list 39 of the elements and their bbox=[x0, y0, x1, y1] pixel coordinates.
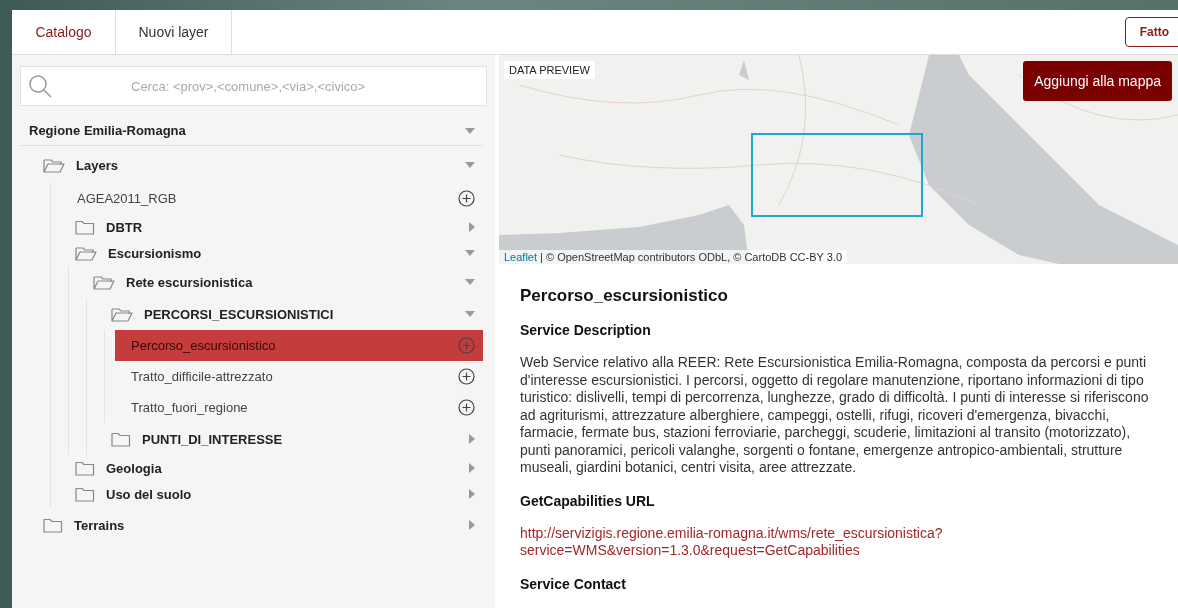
section-heading: Service Contact bbox=[520, 575, 627, 592]
tree-folder-item[interactable]: Rete escursionistica bbox=[79, 266, 483, 298]
layer-title: Percorso_escursionistico bbox=[520, 286, 729, 306]
capabilities-link[interactable]: http://servizigis.regione.emilia-romagna.it/wms/rete_escursionistica?service=WMS&version=1.3.0&request=GetCapabilities bbox=[520, 524, 1000, 560]
folder-icon bbox=[75, 460, 95, 476]
tree-folder-item[interactable]: PUNTI_DI_INTERESSE bbox=[97, 423, 483, 455]
tree-folder-item[interactable]: Layers bbox=[43, 147, 483, 183]
tree-layer-item[interactable]: Tratto_fuori_regione bbox=[115, 392, 483, 423]
attribution-link[interactable]: Leaflet bbox=[504, 251, 538, 263]
add-circle-icon bbox=[458, 368, 475, 385]
tree-folder-item[interactable]: DBTR bbox=[61, 214, 483, 240]
tree-folder-item[interactable]: Terrains bbox=[43, 507, 483, 543]
tree-layer-item[interactable]: Tratto_difficile-attrezzato bbox=[115, 361, 483, 392]
preview-label: DATA PREVIEW bbox=[504, 61, 595, 79]
done-button[interactable]: Fatto bbox=[1124, 17, 1178, 47]
section-heading: Service Description bbox=[520, 322, 652, 338]
tree-folder-item[interactable]: Escursionismo bbox=[61, 240, 483, 266]
tree-layer-item[interactable]: AGEA2011_RGB bbox=[61, 183, 483, 214]
search-field[interactable]: Cerca: <prov>,<comune>,<via>,<civico> bbox=[20, 66, 487, 106]
add-circle-icon bbox=[458, 399, 475, 416]
section-heading: GetCapabilities URL bbox=[520, 492, 656, 509]
add-to-map-button[interactable]: Aggiungi alla mappa bbox=[1023, 61, 1172, 101]
tree-folder-item[interactable]: Geologia bbox=[61, 455, 483, 481]
folder-icon bbox=[75, 219, 95, 235]
folder-icon bbox=[43, 517, 63, 533]
open-folder-icon bbox=[111, 306, 133, 322]
open-folder-icon bbox=[43, 157, 65, 173]
add-circle-icon bbox=[458, 337, 475, 354]
tree-group-header[interactable]: Regione Emilia-Romagna bbox=[20, 116, 483, 146]
tree-folder-item[interactable]: Uso del suolo bbox=[61, 481, 483, 507]
open-folder-icon bbox=[75, 245, 97, 261]
open-folder-icon bbox=[93, 274, 115, 290]
add-circle-icon bbox=[458, 190, 475, 207]
map-preview[interactable]: DATA PREVIEW Aggiungi alla mappa Leaflet | © OpenStreetMap contributors ODbL, © CartoDB CC-BY 3.0 bbox=[499, 55, 1178, 264]
tree-folder-item[interactable]: PERCORSI_ESCURSIONISTICI bbox=[97, 298, 483, 330]
map-attribution: Leaflet | © OpenStreetMap contributors ODbL, © CartoDB CC-BY 3.0 bbox=[499, 250, 848, 264]
description-text: Web Service relativo alla REER: Rete Escursionistica Emilia-Romagna, composta da percorsi e punti d'interesse escursionistici. I percorsi, oggetto di regolare manutenzione, riportano informazioni di tipo turistico: dislivelli, tempi di percorrenza, lunghezze, grado di difficoltà. I punti di interesse si riferiscono ad agriturismi, attrezzature alberghiere, campeggi, ostelli, rifugi, ricoveri d'emergenza, bivacchi, farmacie, fermate bus, stazioni ferroviarie, parcheggi, scuderie, limitazioni al transito (motorizzato), punti panoramici, pericoli valanghe, sorgenti o fontane, emergenze antropico-ambientali, strutture museali, giardini botanici, centri visita, aree attrezzate. bbox=[520, 354, 1150, 477]
folder-icon bbox=[111, 431, 131, 447]
folder-icon bbox=[75, 486, 95, 502]
